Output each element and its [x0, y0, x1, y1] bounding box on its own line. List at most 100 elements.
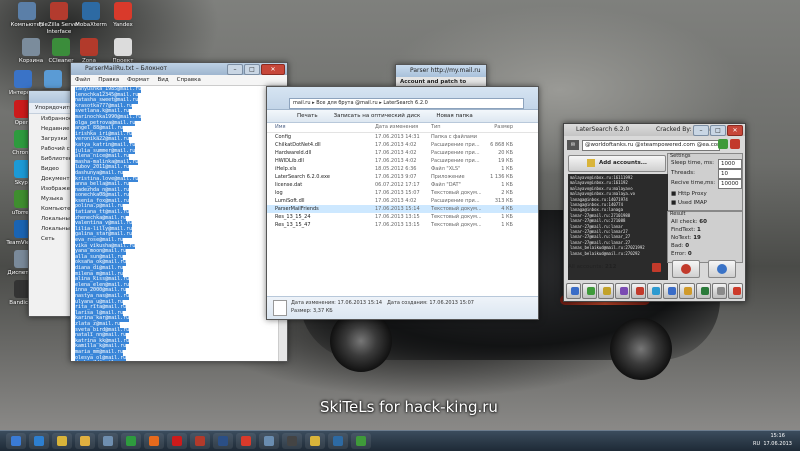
- new-folder-button[interactable]: Новая папка: [436, 110, 472, 122]
- language-indicator[interactable]: RU: [753, 441, 760, 447]
- taskbar-button[interactable]: [98, 433, 118, 449]
- burn-disc-button[interactable]: Записать на оптический диск: [334, 110, 421, 122]
- taskbar-button[interactable]: [236, 433, 256, 449]
- file-type: Файл "DAT": [431, 182, 461, 188]
- maximize-button[interactable]: □: [710, 125, 726, 136]
- tool-button[interactable]: [646, 283, 663, 299]
- remove-accounts-icon[interactable]: [652, 263, 661, 272]
- file-row[interactable]: Res_13_15_47 17.06.2013 13:15 Текстовый до…: [267, 221, 538, 229]
- all-check-label: All check:: [671, 219, 698, 225]
- menu-item[interactable]: Вид: [157, 75, 168, 85]
- confirm-icon[interactable]: [718, 139, 728, 149]
- taskbar-button[interactable]: [259, 433, 279, 449]
- file-row[interactable]: Hardwareld.dll 17.06.2013 4:02 Расширение …: [267, 149, 538, 157]
- taskbar-button[interactable]: [52, 433, 72, 449]
- column-type[interactable]: Тип: [431, 123, 481, 132]
- mail-icon[interactable]: ✉: [567, 140, 579, 150]
- add-accounts-button[interactable]: Add accounts...: [568, 155, 666, 172]
- account-entry[interactable]: lanas_belaikud@mail.ru:270292: [570, 251, 666, 256]
- taskbar-button[interactable]: [305, 433, 325, 449]
- stop-button[interactable]: [672, 260, 700, 278]
- domain-filter-field[interactable]: @worldoftanks.ru @steampowered.com @ea.c…: [582, 140, 720, 151]
- file-row[interactable]: license.dat 06.07.2012 17:17 Файл "DAT" 1 К…: [267, 181, 538, 189]
- desktop-shortcut[interactable]: Yandex: [100, 2, 146, 29]
- maximize-button[interactable]: □: [244, 64, 260, 75]
- tool-button[interactable]: [727, 283, 744, 299]
- clear-icon[interactable]: [730, 139, 740, 149]
- tool-button[interactable]: [711, 283, 727, 299]
- taskbar-button[interactable]: [190, 433, 210, 449]
- all-accounts-value: 212: [604, 264, 617, 270]
- sleep-input[interactable]: 1000: [718, 159, 742, 169]
- close-button[interactable]: ✕: [261, 64, 285, 75]
- menu-item[interactable]: Справка: [177, 75, 201, 85]
- taskbar-button[interactable]: [75, 433, 95, 449]
- file-row[interactable]: log 17.06.2013 15:07 Текстовый докум... 2 К…: [267, 189, 538, 197]
- print-button[interactable]: Печать: [297, 110, 318, 122]
- http-proxy-label: Http Proxy: [677, 191, 707, 197]
- tool-button[interactable]: [614, 283, 630, 299]
- menu-item[interactable]: Правка: [98, 75, 119, 85]
- tool-button[interactable]: [663, 283, 679, 299]
- file-row[interactable]: HWIDLib.dll 17.06.2013 4:02 Расширение при…: [267, 157, 538, 165]
- tool-button[interactable]: [598, 283, 614, 299]
- column-size[interactable]: Размер: [481, 123, 513, 132]
- close-button[interactable]: ✕: [727, 125, 743, 136]
- lazersearch-titlebar[interactable]: LaterSearch 6.2.0 Cracked By: MeSaMaX – □…: [564, 124, 745, 136]
- taskbar-button[interactable]: [144, 433, 164, 449]
- minimize-button[interactable]: –: [227, 64, 243, 75]
- taskbar-button[interactable]: [328, 433, 348, 449]
- column-name[interactable]: Имя: [267, 123, 375, 132]
- file-row[interactable]: LaterSearch 6.2.0.exe 17.06.2013 9:07 Прил…: [267, 173, 538, 181]
- http-proxy-checkbox[interactable]: ■ Http Proxy: [671, 191, 707, 197]
- taskbar: RU 15:16 17.06.2013: [0, 430, 800, 451]
- globe-button[interactable]: [708, 260, 736, 278]
- notepad-titlebar[interactable]: ParserMailRu.txt – Блокнот – □ ✕: [71, 63, 287, 75]
- lazersearch-icon: [356, 436, 366, 446]
- minimize-button[interactable]: –: [693, 125, 709, 136]
- taskbar-button[interactable]: [121, 433, 141, 449]
- address-bar[interactable]: mail.ru ▸ Все для брута @mail.ru ▸ Later…: [289, 98, 524, 109]
- file-row[interactable]: iHelp.xls 18.05.2012 6:36 Файл "XLS" 1 КБ: [267, 165, 538, 173]
- terminal-icon: [333, 436, 343, 446]
- tool-button[interactable]: [566, 283, 582, 299]
- tool-button[interactable]: [630, 283, 646, 299]
- file-date: 17.06.2013 15:07: [375, 190, 420, 196]
- file-row[interactable]: LumiSoft.dll 17.06.2013 4:02 Расширение пр…: [267, 197, 538, 205]
- taskbar-button[interactable]: [29, 433, 49, 449]
- file-type: Текстовый докум...: [431, 214, 481, 220]
- used-imap-checkbox[interactable]: ■ Used IMAP: [671, 200, 707, 206]
- file-row[interactable]: ChilkatDotNet4.dll 17.06.2013 4:02 Расшире…: [267, 141, 538, 149]
- tool-button[interactable]: [582, 283, 598, 299]
- file-size: 1 КБ: [501, 182, 513, 188]
- file-row[interactable]: Config 17.06.2013 14:31 Папка с файлами: [267, 133, 538, 141]
- breadcrumb-item[interactable]: Все для брута @mail.ru: [316, 100, 377, 106]
- file-size: [481, 133, 513, 141]
- taskbar-button[interactable]: [351, 433, 371, 449]
- threads-input[interactable]: 10: [718, 169, 742, 179]
- file-row[interactable]: Res_13_15_24 17.06.2013 13:15 Текстовый до…: [267, 213, 538, 221]
- receive-input[interactable]: 10000: [718, 179, 742, 189]
- notepad-text-area[interactable]: tanyushka_1985@mail.ru lenochka12345@mail…: [71, 86, 279, 361]
- menu-item[interactable]: Файл: [75, 75, 90, 85]
- notepad-window[interactable]: ParserMailRu.txt – Блокнот – □ ✕ Файл Правк…: [70, 62, 288, 362]
- taskbar-button[interactable]: [282, 433, 302, 449]
- system-tray[interactable]: RU 15:16 17.06.2013: [753, 432, 792, 448]
- desktop-shortcut[interactable]: Проект: [100, 38, 146, 65]
- taskbar-button[interactable]: [6, 433, 26, 449]
- file-date: 17.06.2013 4:02: [375, 142, 417, 148]
- explorer-window[interactable]: mail.ru ▸ Все для брута @mail.ru ▸ Later…: [266, 86, 539, 320]
- clock[interactable]: 15:16 17.06.2013: [763, 432, 792, 448]
- taskbar-button[interactable]: [167, 433, 187, 449]
- tool-icon: [651, 287, 660, 295]
- receive-label: Recive time,ms:: [671, 180, 716, 186]
- lazersearch-window[interactable]: LaterSearch 6.2.0 Cracked By: MeSaMaX – □…: [563, 123, 746, 302]
- taskbar-button[interactable]: [213, 433, 233, 449]
- tool-button[interactable]: [679, 283, 695, 299]
- file-row[interactable]: ParserMailFriends 17.06.2013 15:14 Текстов…: [267, 205, 538, 213]
- menu-item[interactable]: Формат: [127, 75, 149, 85]
- breadcrumb-item[interactable]: mail.ru: [293, 100, 311, 106]
- column-date[interactable]: Дата изменения: [375, 123, 431, 132]
- tool-button[interactable]: [695, 283, 711, 299]
- breadcrumb-item[interactable]: LaterSearch 6.2.0: [383, 100, 427, 106]
